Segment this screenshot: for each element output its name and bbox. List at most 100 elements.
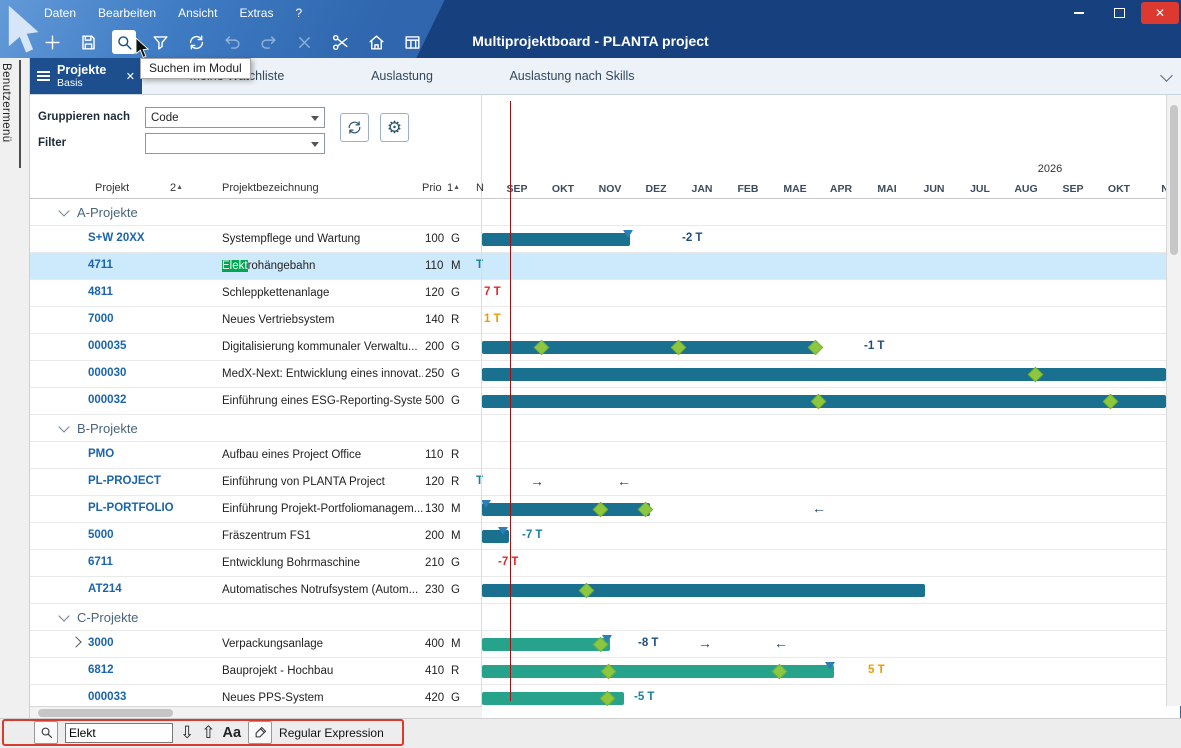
project-code[interactable]: 4811 (88, 286, 113, 298)
gantt-bar[interactable] (482, 233, 630, 246)
tab-auslastung-nach-skills[interactable]: Auslastung nach Skills (472, 58, 672, 94)
gantt-bar[interactable] (482, 503, 650, 516)
project-code[interactable]: S+W 20XX (88, 232, 145, 244)
undo-icon[interactable] (220, 30, 244, 54)
minimize-button[interactable] (1061, 2, 1097, 24)
col-header-projekt[interactable]: Projekt (95, 182, 129, 194)
expand-icon[interactable] (70, 636, 81, 647)
priority-value: 120 (425, 287, 447, 299)
sidebar-benutzermenu[interactable]: Benutzermenü (0, 58, 30, 718)
find-next-button[interactable]: ⇩ (180, 724, 194, 741)
sort-indicator-prio[interactable]: 1▲ (447, 182, 460, 194)
hamburger-icon[interactable] (37, 75, 50, 77)
project-table: A-ProjekteS+W 20XXSystempflege und Wartu… (30, 199, 1166, 706)
vertical-scroll-thumb[interactable] (1170, 105, 1178, 255)
close-icon: ✕ (1155, 6, 1165, 20)
new-icon[interactable] (40, 30, 64, 54)
horizontal-scroll-thumb[interactable] (38, 709, 173, 717)
close-button[interactable]: ✕ (1141, 2, 1179, 24)
project-row[interactable]: 000033Neues PPS-System420G-5 T (30, 685, 1166, 706)
tab-auslastung[interactable]: Auslastung (332, 58, 472, 94)
group-row[interactable]: B-Projekte (30, 415, 1166, 442)
project-code[interactable]: PL-PORTFOLIO (88, 502, 174, 514)
col-header-bezeichnung[interactable]: Projektbezeichnung (222, 182, 319, 194)
menu-item-bearbeiten[interactable]: Bearbeiten (98, 6, 156, 20)
close-module-icon[interactable] (292, 30, 316, 54)
collapse-icon[interactable] (58, 421, 69, 432)
project-row[interactable]: PL-PROJECTEinführung von PLANTA Project1… (30, 469, 1166, 496)
save-icon[interactable] (76, 30, 100, 54)
menu-item-ansicht[interactable]: Ansicht (178, 6, 217, 20)
gantt-bar[interactable] (482, 341, 818, 354)
project-code[interactable]: 4711 (88, 259, 113, 271)
settings-button[interactable]: ⚙ (380, 113, 409, 142)
reload-button[interactable] (340, 113, 369, 142)
project-code[interactable]: 000035 (88, 340, 126, 352)
project-row[interactable]: 6812Bauprojekt - Hochbau410R5 T (30, 658, 1166, 685)
find-previous-button[interactable]: ⇧ (201, 724, 215, 741)
project-code[interactable]: PMO (88, 448, 114, 460)
collapse-icon[interactable] (58, 205, 69, 216)
search-input[interactable] (65, 723, 173, 743)
tab-close-icon[interactable]: ✕ (126, 70, 135, 83)
collapse-icon[interactable] (58, 610, 69, 621)
gantt-bar[interactable] (482, 368, 1166, 381)
project-code[interactable]: 3000 (88, 637, 114, 649)
group-row[interactable]: A-Projekte (30, 199, 1166, 226)
maximize-button[interactable] (1101, 2, 1137, 24)
project-code[interactable]: 7000 (88, 313, 114, 325)
project-row[interactable]: 3000Verpackungsanlage400M-8 T→← (30, 631, 1166, 658)
project-row[interactable]: PL-PORTFOLIOEinführung Projekt-Portfolio… (30, 496, 1166, 523)
project-code[interactable]: 000033 (88, 691, 126, 703)
filter-icon[interactable] (148, 30, 172, 54)
tooltip: Suchen im Modul (140, 58, 251, 79)
vertical-scrollbar[interactable] (1166, 95, 1181, 706)
project-code[interactable]: 5000 (88, 529, 114, 541)
tab-subtitle: Basis (57, 77, 106, 89)
project-row[interactable]: 000032Einführung eines ESG-Reporting-Sys… (30, 388, 1166, 415)
project-row[interactable]: 7000Neues Vertriebsystem140R1 T (30, 307, 1166, 334)
project-row[interactable]: 5000Fräszentrum FS1200M-7 T (30, 523, 1166, 550)
menu-item-[interactable]: ? (295, 6, 302, 20)
project-code[interactable]: 000032 (88, 394, 126, 406)
search-button[interactable] (34, 721, 58, 744)
group-header: C-Projekte (60, 604, 138, 631)
search-icon[interactable] (112, 30, 136, 54)
status-code: G (451, 395, 460, 407)
group-by-select[interactable]: Code (145, 107, 325, 128)
gantt-bar[interactable] (482, 638, 610, 651)
menu-item-extras[interactable]: Extras (239, 6, 273, 20)
project-row[interactable]: 4811Schleppkettenanlage120G7 T (30, 280, 1166, 307)
redo-icon[interactable] (256, 30, 280, 54)
project-code[interactable]: 6812 (88, 664, 114, 676)
project-row[interactable]: 000035Digitalisierung kommunaler Verwalt… (30, 334, 1166, 361)
project-row[interactable]: 6711Entwicklung Bohrmaschine210G-7 T (30, 550, 1166, 577)
project-code[interactable]: 000030 (88, 367, 126, 379)
sort-indicator-projekt[interactable]: 2▲ (170, 182, 183, 194)
menu-item-daten[interactable]: Daten (44, 6, 76, 20)
gantt-bar[interactable] (482, 584, 925, 597)
cut-icon[interactable] (328, 30, 352, 54)
project-row[interactable]: S+W 20XXSystempflege und Wartung100G-2 T (30, 226, 1166, 253)
filter-select[interactable] (145, 133, 325, 154)
project-code[interactable]: AT214 (88, 583, 122, 595)
refresh-icon[interactable] (184, 30, 208, 54)
highlight-button[interactable] (248, 721, 272, 744)
home-icon[interactable] (364, 30, 388, 54)
regex-toggle[interactable]: Regular Expression (279, 726, 384, 740)
panel-collapse-icon[interactable] (1160, 69, 1173, 82)
horizontal-scrollbar[interactable] (30, 706, 482, 718)
modules-icon[interactable] (400, 30, 424, 54)
tab-projekte[interactable]: Projekte Basis ✕ (30, 58, 142, 94)
project-code[interactable]: PL-PROJECT (88, 475, 161, 487)
col-header-prio[interactable]: Prio (422, 182, 442, 194)
priority-value: 140 (425, 314, 447, 326)
project-row[interactable]: 4711Elektrohängebahn110MT (30, 253, 1166, 280)
group-row[interactable]: C-Projekte (30, 604, 1166, 631)
project-row[interactable]: AT214Automatisches Notrufsystem (Autom..… (30, 577, 1166, 604)
project-code[interactable]: 6711 (88, 556, 113, 568)
tab-title: Projekte (57, 63, 106, 77)
project-row[interactable]: PMOAufbau eines Project Office110R (30, 442, 1166, 469)
match-case-toggle[interactable]: Aa (223, 725, 242, 741)
project-row[interactable]: 000030MedX-Next: Entwicklung eines innov… (30, 361, 1166, 388)
